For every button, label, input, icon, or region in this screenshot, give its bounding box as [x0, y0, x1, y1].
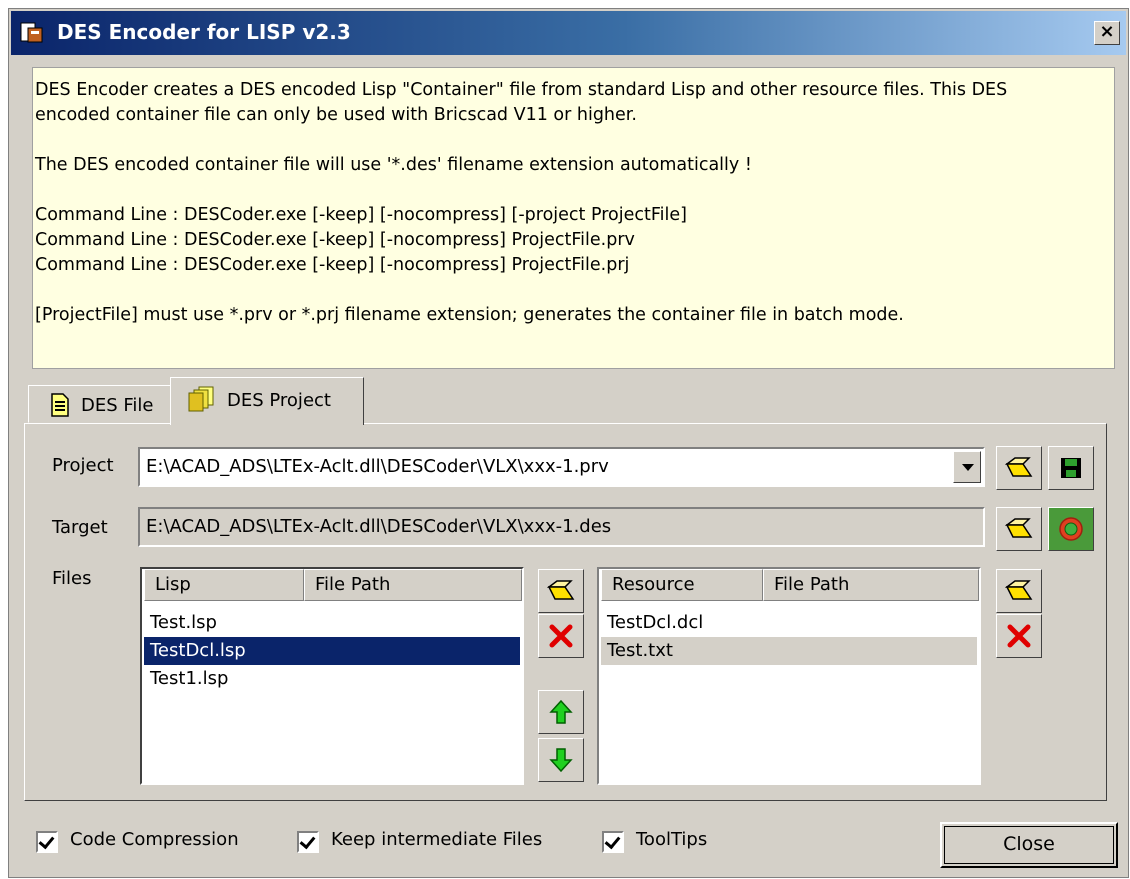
checkbox-box[interactable] — [36, 831, 58, 853]
add-resource-button[interactable] — [996, 569, 1042, 613]
chevron-down-icon[interactable] — [953, 451, 981, 483]
target-label: Target — [52, 517, 108, 538]
resource-filepath-column-header[interactable]: File Path — [763, 569, 979, 601]
floppy-disk-icon — [1061, 458, 1081, 478]
checkbox-box[interactable] — [297, 831, 319, 853]
refresh-icon — [1059, 517, 1083, 541]
close-button[interactable]: Close — [940, 822, 1118, 868]
remove-resource-button[interactable] — [996, 614, 1042, 658]
delete-icon — [1007, 624, 1031, 648]
info-panel: DES Encoder creates a DES encoded Lisp "… — [32, 67, 1115, 369]
stacked-files-icon — [188, 386, 214, 412]
lisp-column-header[interactable]: Lisp — [144, 569, 304, 601]
close-icon[interactable]: × — [1094, 21, 1120, 45]
target-field: E:\ACAD_ADS\LTEx-Aclt.dll\DESCoder\VLX\x… — [138, 507, 985, 547]
lisp-filepath-column-header[interactable]: File Path — [304, 569, 522, 601]
list-item[interactable]: Test.lsp — [144, 609, 520, 637]
list-item[interactable]: TestDcl.lsp — [144, 637, 520, 665]
move-down-button[interactable] — [538, 738, 584, 782]
list-item[interactable]: Test.txt — [601, 637, 977, 665]
project-path: E:\ACAD_ADS\LTEx-Aclt.dll\DESCoder\VLX\x… — [146, 456, 609, 477]
delete-icon — [549, 624, 573, 648]
list-item[interactable]: TestDcl.dcl — [601, 609, 977, 637]
tab-des-project[interactable]: DES Project — [170, 377, 364, 425]
title-bar[interactable]: DES Encoder for LISP v2.3 × — [11, 11, 1126, 55]
open-folder-icon — [1005, 518, 1033, 538]
info-line: Command Line : DESCoder.exe [-keep] [-no… — [35, 255, 630, 275]
arrow-up-icon — [549, 699, 573, 724]
open-folder-icon — [1005, 457, 1033, 477]
build-button[interactable] — [1048, 507, 1094, 551]
remove-lisp-button[interactable] — [538, 614, 584, 658]
document-icon — [51, 393, 69, 417]
open-folder-icon — [547, 580, 575, 600]
open-folder-icon — [1005, 580, 1033, 600]
tab-label: DES Project — [227, 390, 331, 411]
open-target-button[interactable] — [996, 507, 1042, 551]
open-project-button[interactable] — [996, 446, 1042, 490]
resource-file-list[interactable]: Resource File Path TestDcl.dcl Test.txt — [597, 567, 981, 785]
target-path: E:\ACAD_ADS\LTEx-Aclt.dll\DESCoder\VLX\x… — [146, 516, 612, 537]
save-project-button[interactable] — [1048, 446, 1094, 490]
add-lisp-button[interactable] — [538, 569, 584, 613]
window-title: DES Encoder for LISP v2.3 — [57, 20, 351, 44]
checkbox-label: Keep intermediate Files — [331, 829, 543, 850]
tab-des-file[interactable]: DES File — [28, 385, 171, 423]
move-up-button[interactable] — [538, 690, 584, 734]
list-item[interactable]: Test1.lsp — [144, 665, 520, 693]
info-line: Command Line : DESCoder.exe [-keep] [-no… — [35, 230, 635, 250]
tab-label: DES File — [81, 395, 154, 416]
checkbox-label: Code Compression — [70, 829, 239, 850]
lisp-file-list[interactable]: Lisp File Path Test.lsp TestDcl.lsp Test… — [140, 567, 524, 785]
project-combobox[interactable]: E:\ACAD_ADS\LTEx-Aclt.dll\DESCoder\VLX\x… — [138, 447, 985, 487]
info-line: DES Encoder creates a DES encoded Lisp "… — [35, 80, 1008, 100]
files-label: Files — [52, 568, 92, 589]
info-line: The DES encoded container file will use … — [35, 155, 752, 175]
app-icon — [20, 22, 43, 43]
info-line: Command Line : DESCoder.exe [-keep] [-no… — [35, 205, 687, 225]
info-line: encoded container file can only be used … — [35, 105, 637, 125]
checkbox-label: ToolTips — [636, 829, 708, 850]
info-line: [ProjectFile] must use *.prv or *.prj fi… — [35, 305, 904, 325]
arrow-down-icon — [549, 748, 573, 773]
resource-column-header[interactable]: Resource — [601, 569, 763, 601]
checkbox-box[interactable] — [602, 831, 624, 853]
project-label: Project — [52, 455, 114, 476]
